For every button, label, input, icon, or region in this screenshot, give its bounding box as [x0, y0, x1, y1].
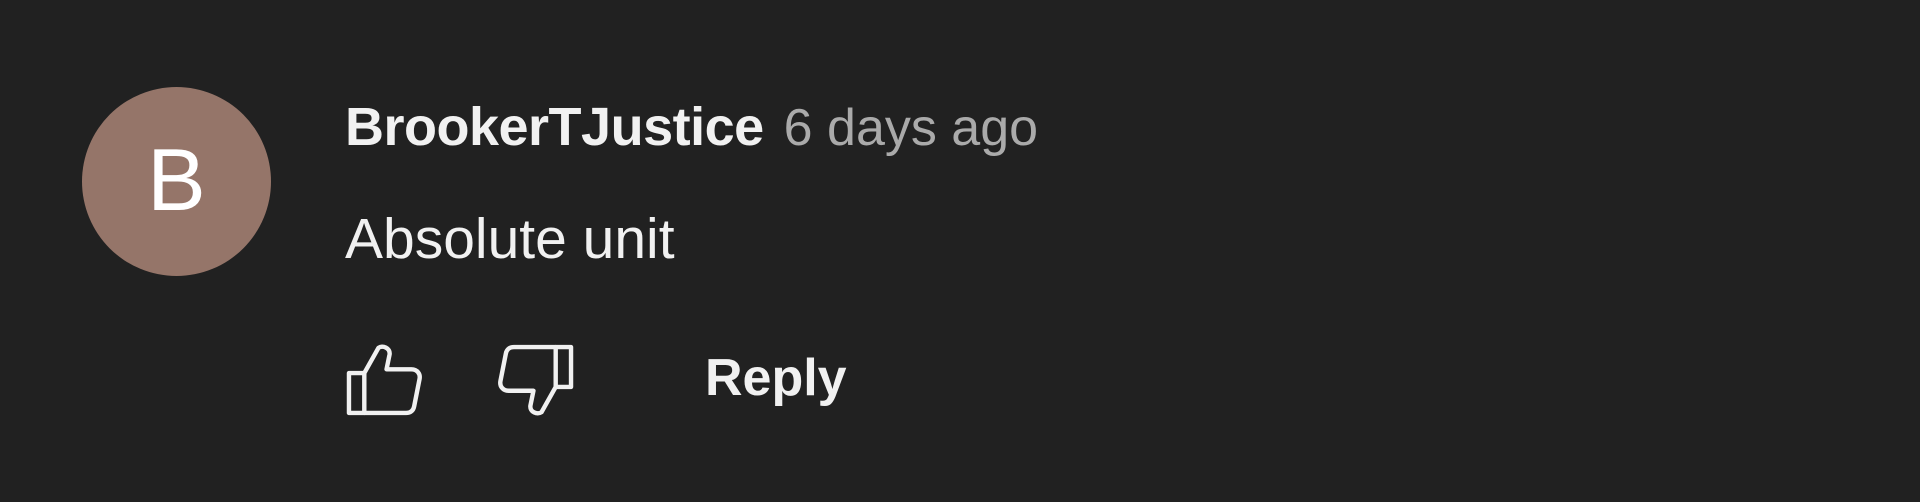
- avatar[interactable]: B: [82, 87, 271, 276]
- thumbs-up-icon: [346, 344, 422, 416]
- comment-timestamp[interactable]: 6 days ago: [784, 98, 1038, 158]
- like-button[interactable]: [335, 330, 435, 430]
- comment-header: BrookerTJustice 6 days ago: [345, 96, 1038, 158]
- dislike-button[interactable]: [485, 330, 585, 430]
- thumbs-down-icon: [498, 344, 574, 416]
- reply-button[interactable]: Reply: [705, 348, 847, 408]
- comment-thread: B BrookerTJustice 6 days ago Absolute un…: [0, 0, 1920, 502]
- comment-text: Absolute unit: [345, 207, 675, 271]
- author-name[interactable]: BrookerTJustice: [345, 96, 764, 158]
- avatar-letter: B: [147, 129, 206, 229]
